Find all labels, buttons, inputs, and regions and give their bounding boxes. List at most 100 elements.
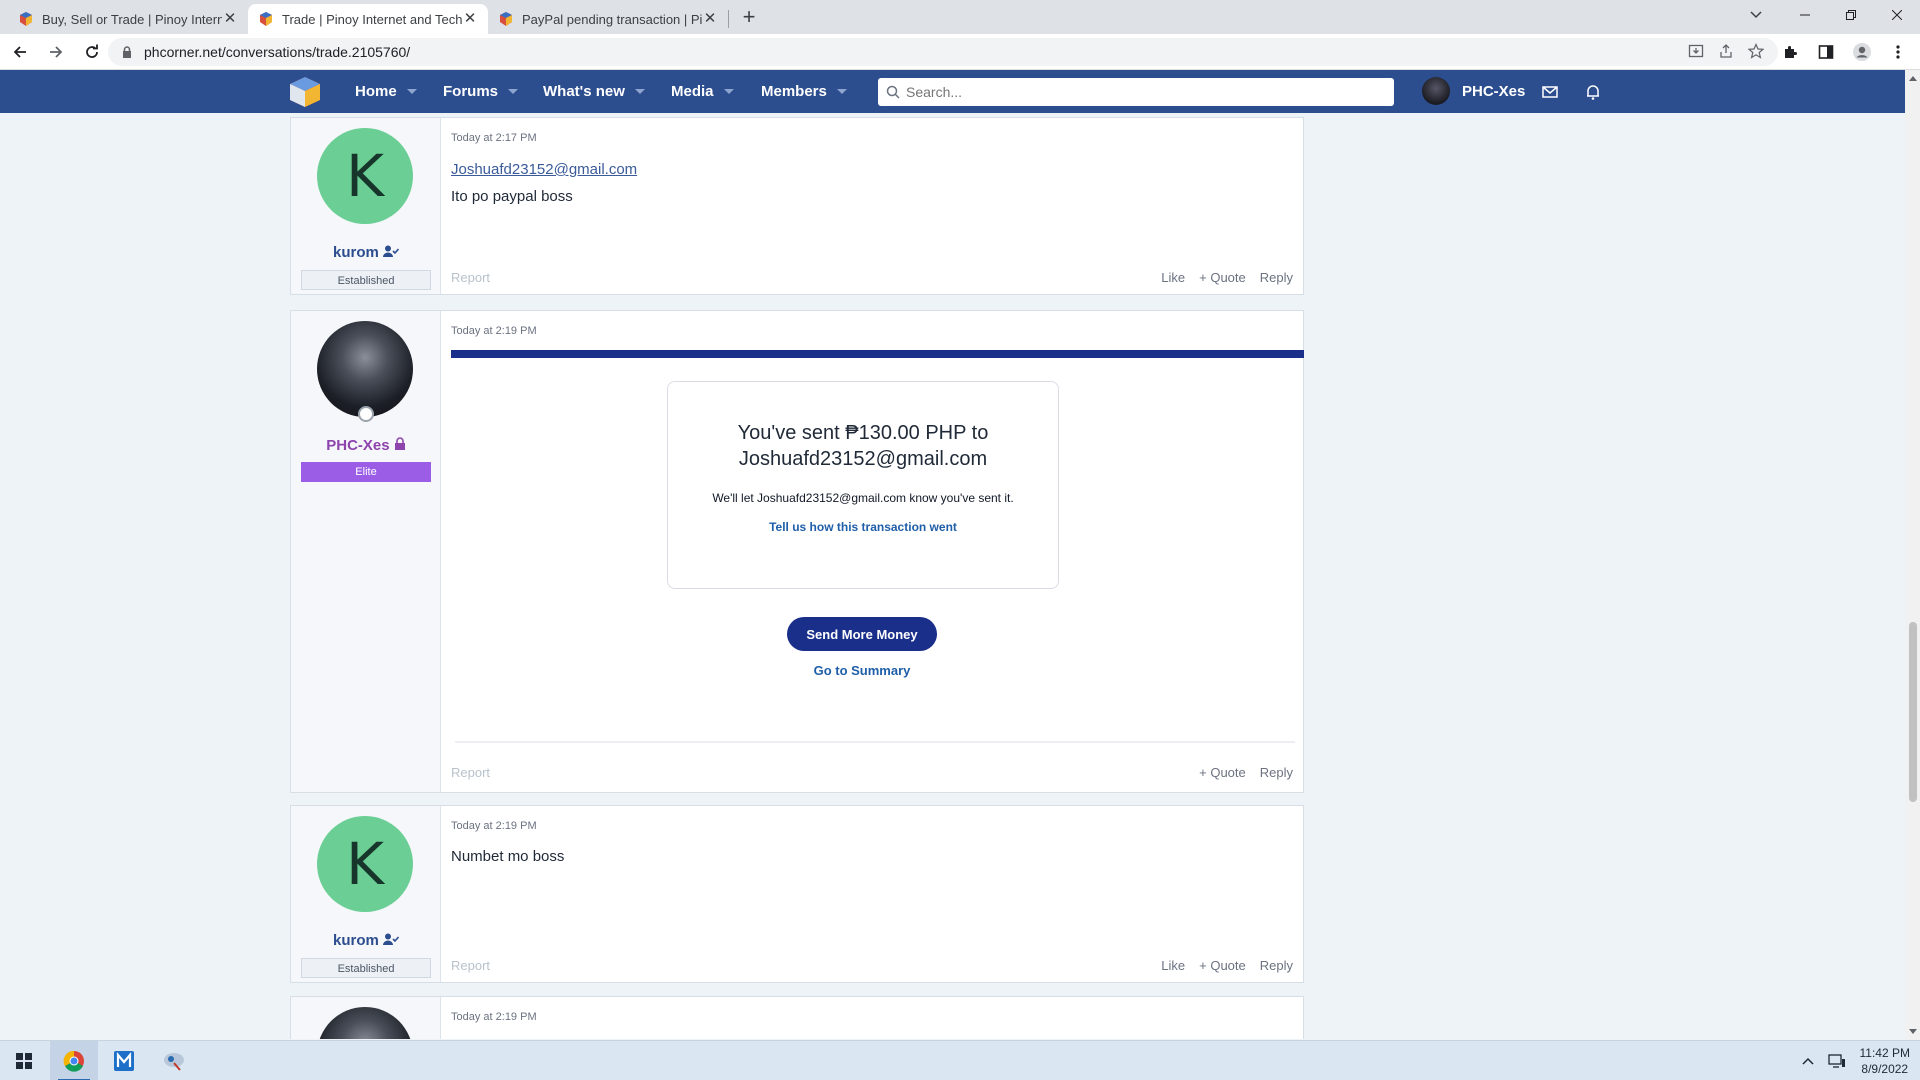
user-title-badge: Established [301, 958, 431, 978]
message-author-column [291, 997, 441, 1039]
tab-close-icon[interactable]: ✕ [702, 11, 718, 27]
message-body: Today at 2:19 PM [441, 997, 1303, 1039]
username[interactable]: PHC-Xes [291, 437, 441, 454]
reply-button[interactable]: Reply [1260, 270, 1293, 285]
chevron-down-icon[interactable] [634, 89, 645, 94]
bookmark-star-icon[interactable] [1748, 43, 1764, 59]
message-timestamp[interactable]: Today at 2:19 PM [451, 325, 537, 337]
scroll-down-arrow-icon[interactable] [1909, 1029, 1917, 1034]
address-bar[interactable]: phcorner.net/conversations/trade.2105760… [108, 38, 1778, 66]
avatar [1422, 77, 1450, 105]
quote-button[interactable]: + Quote [1199, 765, 1246, 780]
reload-button[interactable] [76, 36, 108, 68]
quote-button[interactable]: + Quote [1199, 270, 1246, 285]
avatar[interactable]: K [317, 128, 413, 224]
username[interactable]: kurom [291, 244, 441, 261]
nav-label: Home [355, 83, 397, 100]
app-tool-icon [164, 1053, 184, 1071]
paypal-headline-line: Joshuafd23152@gmail.com [738, 448, 988, 470]
envelope-icon[interactable] [1541, 83, 1559, 101]
nav-media[interactable]: Media [671, 70, 734, 113]
report-link[interactable]: Report [451, 765, 490, 780]
tab-search-button[interactable] [1742, 4, 1770, 26]
site-search-box[interactable] [878, 78, 1394, 106]
site-favicon-icon [20, 12, 32, 26]
nav-label: Media [671, 83, 714, 100]
go-to-summary-link[interactable]: Go to Summary [787, 663, 937, 678]
report-link[interactable]: Report [451, 958, 490, 973]
message-actions: + Quote Reply [1199, 765, 1293, 780]
site-logo[interactable] [288, 76, 322, 108]
username[interactable]: kurom [291, 932, 441, 949]
omnibox-icons [1688, 43, 1764, 59]
browser-tab-2[interactable]: Trade | Pinoy Internet and Techno ✕ [248, 4, 488, 34]
side-panel-button[interactable] [1812, 36, 1840, 68]
taskbar-app-m[interactable] [100, 1041, 148, 1080]
message-timestamp[interactable]: Today at 2:17 PM [451, 132, 537, 144]
nav-username: PHC-Xes [1462, 82, 1526, 100]
message-actions: Like + Quote Reply [1161, 270, 1293, 285]
reply-button[interactable]: Reply [1260, 958, 1293, 973]
bell-icon[interactable] [1584, 83, 1602, 101]
message-timestamp[interactable]: Today at 2:19 PM [451, 820, 537, 832]
back-button[interactable] [4, 36, 36, 68]
message-author-column: K kurom Established [291, 806, 441, 982]
minimize-button[interactable] [1782, 0, 1828, 30]
taskbar-chrome[interactable] [50, 1041, 98, 1080]
menu-button[interactable] [1884, 36, 1912, 68]
extensions-button[interactable] [1776, 36, 1804, 68]
profile-button[interactable] [1848, 36, 1876, 68]
taskbar-clock[interactable]: 11:42 PM 8/9/2022 [1860, 1045, 1910, 1077]
like-button[interactable]: Like [1161, 270, 1185, 285]
like-button[interactable]: Like [1161, 958, 1185, 973]
clock-date: 8/9/2022 [1861, 1062, 1909, 1076]
scroll-up-arrow-icon[interactable] [1909, 76, 1917, 81]
avatar[interactable] [317, 1007, 413, 1039]
report-link[interactable]: Report [451, 270, 490, 285]
install-app-icon[interactable] [1688, 43, 1704, 59]
paypal-feedback-link[interactable]: Tell us how this transaction went [668, 520, 1058, 534]
close-window-button[interactable] [1874, 0, 1920, 30]
message-timestamp[interactable]: Today at 2:19 PM [451, 1011, 537, 1023]
avatar[interactable] [317, 321, 413, 417]
user-lock-icon [394, 437, 405, 450]
user-check-icon [383, 933, 400, 945]
reply-button[interactable]: Reply [1260, 765, 1293, 780]
user-check-icon [383, 245, 400, 257]
nav-home[interactable]: Home [355, 70, 417, 113]
tab-close-icon[interactable]: ✕ [222, 11, 238, 27]
minimize-icon [1800, 14, 1810, 16]
browser-tab-1[interactable]: Buy, Sell or Trade | Pinoy Internet ✕ [8, 4, 248, 34]
page-scrollbar[interactable] [1905, 70, 1920, 1040]
chevron-up-icon[interactable] [1801, 1057, 1814, 1065]
nav-user-menu[interactable]: PHC-Xes [1422, 77, 1525, 105]
network-icon[interactable] [1827, 1053, 1846, 1069]
chevron-down-icon[interactable] [406, 89, 417, 94]
message-body: Today at 2:19 PM You've sent ₱130.00 PHP… [441, 311, 1304, 792]
nav-members[interactable]: Members [761, 70, 847, 113]
forward-button[interactable] [40, 36, 72, 68]
share-icon[interactable] [1718, 43, 1734, 59]
nav-whats-new[interactable]: What's new [543, 70, 645, 113]
user-title-badge: Elite [301, 462, 431, 482]
tab-title: Trade | Pinoy Internet and Techno [282, 11, 462, 27]
chevron-down-icon[interactable] [723, 89, 734, 94]
search-input[interactable] [906, 84, 1386, 100]
start-button[interactable] [0, 1041, 48, 1080]
send-more-money-button[interactable]: Send More Money [787, 617, 937, 651]
chevron-down-icon[interactable] [508, 89, 519, 94]
tab-close-icon[interactable]: ✕ [462, 11, 478, 27]
windows-logo-icon [16, 1053, 32, 1069]
nav-forums[interactable]: Forums [443, 70, 519, 113]
email-link[interactable]: Joshuafd23152@gmail.com [451, 161, 637, 178]
avatar[interactable]: K [317, 816, 413, 912]
message-body: Today at 2:17 PM Joshuafd23152@gmail.com… [441, 118, 1303, 294]
browser-tab-3[interactable]: PayPal pending transaction | Pino ✕ [488, 4, 728, 34]
paypal-confirmation-card: You've sent ₱130.00 PHP to Joshuafd23152… [667, 381, 1059, 589]
restore-button[interactable] [1828, 0, 1874, 30]
chevron-down-icon[interactable] [836, 89, 847, 94]
new-tab-button[interactable]: + [735, 4, 763, 32]
taskbar-app-tool[interactable] [150, 1041, 198, 1080]
quote-button[interactable]: + Quote [1199, 958, 1246, 973]
scrollbar-thumb[interactable] [1909, 622, 1917, 802]
